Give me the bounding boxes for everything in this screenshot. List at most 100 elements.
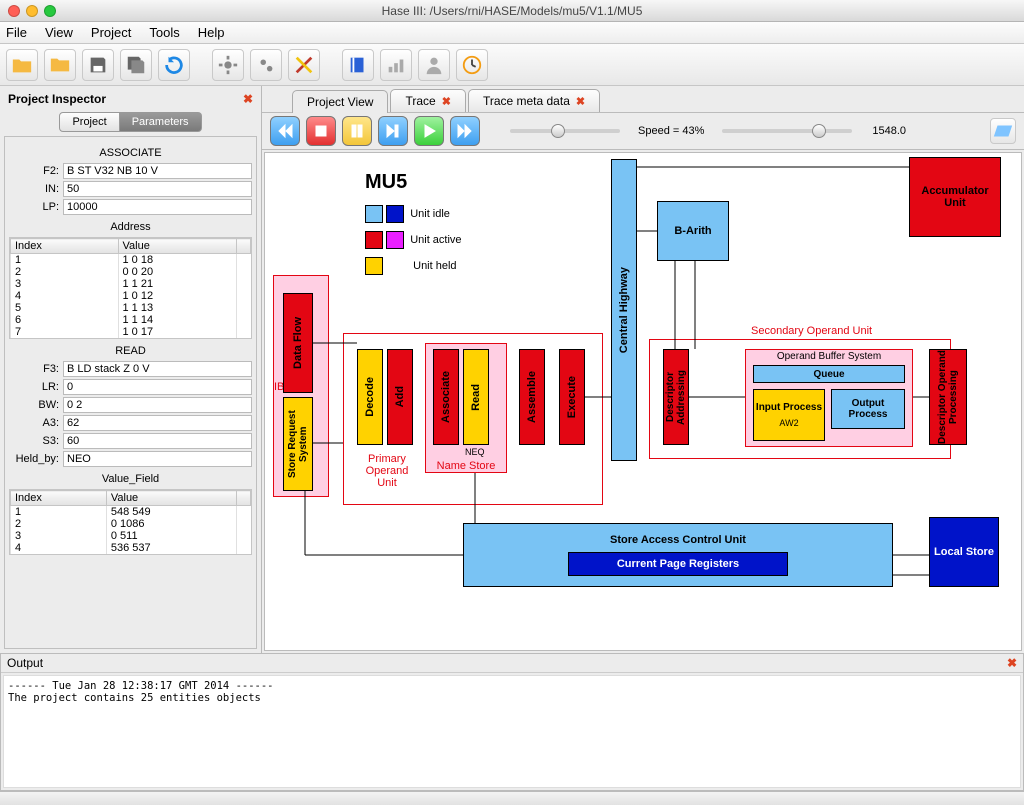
neq-label: NEQ <box>465 447 485 457</box>
table-row[interactable]: 11 0 18 <box>11 254 251 267</box>
status-bar <box>0 791 1024 805</box>
rewind-button[interactable] <box>270 116 300 146</box>
tools-icon[interactable] <box>288 49 320 81</box>
window-titlebar: Hase III: /Users/rni/HASE/Models/mu5/V1.… <box>0 0 1024 22</box>
input-a3[interactable] <box>63 415 252 431</box>
save-icon[interactable] <box>82 49 114 81</box>
clock-icon[interactable] <box>456 49 488 81</box>
dop-block[interactable]: Descriptor Operand Processing <box>929 349 967 445</box>
table-row[interactable]: 20 0 20 <box>11 266 251 278</box>
decode-block[interactable]: Decode <box>357 349 383 445</box>
table-row[interactable]: 41 0 12 <box>11 290 251 302</box>
table-row[interactable]: 51 1 13 <box>11 302 251 314</box>
inspector-tabs: Project Parameters <box>4 112 257 132</box>
label-f3: F3: <box>9 363 59 375</box>
queue-block[interactable]: Queue <box>753 365 905 383</box>
step-button[interactable] <box>378 116 408 146</box>
tab-project-view[interactable]: Project View <box>292 90 388 113</box>
barith-block[interactable]: B-Arith <box>657 201 729 261</box>
position-value: 1548.0 <box>872 125 906 137</box>
fast-forward-button[interactable] <box>450 116 480 146</box>
input-f2[interactable] <box>63 163 252 179</box>
input-lr[interactable] <box>63 379 252 395</box>
table-row[interactable]: 20 1086 <box>11 518 251 530</box>
close-icon[interactable]: ✖ <box>442 95 451 108</box>
input-lp[interactable] <box>63 199 252 215</box>
label-f2: F2: <box>9 165 59 177</box>
stop-button[interactable] <box>306 116 336 146</box>
menu-file[interactable]: File <box>6 25 27 40</box>
output-text[interactable]: ------ Tue Jan 28 12:38:17 GMT 2014 ----… <box>3 675 1021 788</box>
assemble-block[interactable]: Assemble <box>519 349 545 445</box>
data-flow-block[interactable]: Data Flow <box>283 293 313 393</box>
reload-icon[interactable] <box>158 49 190 81</box>
play-button[interactable] <box>414 116 444 146</box>
central-highway-block[interactable]: Central Highway <box>611 159 637 461</box>
label-a3: A3: <box>9 417 59 429</box>
legend-idle: Unit idle <box>365 205 450 223</box>
menu-help[interactable]: Help <box>198 25 225 40</box>
tab-trace-meta[interactable]: Trace meta data✖ <box>468 89 600 112</box>
open-folder-icon[interactable] <box>6 49 38 81</box>
menu-view[interactable]: View <box>45 25 73 40</box>
input-s3[interactable] <box>63 433 252 449</box>
close-icon[interactable]: ✖ <box>576 95 585 108</box>
legend-held: Unit held <box>365 257 457 275</box>
table-row[interactable]: 4536 537 <box>11 542 251 554</box>
input-f3[interactable] <box>63 361 252 377</box>
menu-bar: File View Project Tools Help <box>0 22 1024 44</box>
label-lp: LP: <box>9 201 59 213</box>
tab-trace[interactable]: Trace✖ <box>390 89 465 112</box>
table-row[interactable]: 71 0 17 <box>11 326 251 338</box>
playback-toolbar: Speed = 43% 1548.0 <box>262 112 1024 150</box>
pause-button[interactable] <box>342 116 372 146</box>
valuefield-header: Value_Field <box>9 473 252 485</box>
close-icon[interactable]: ✖ <box>243 92 253 106</box>
label-bw: BW: <box>9 399 59 411</box>
store-request-block[interactable]: Store Request System <box>283 397 313 491</box>
legend-active: Unit active <box>365 231 462 249</box>
menu-project[interactable]: Project <box>91 25 131 40</box>
tab-project[interactable]: Project <box>59 112 119 132</box>
table-row[interactable]: 31 1 21 <box>11 278 251 290</box>
gears-icon[interactable] <box>250 49 282 81</box>
close-icon[interactable]: ✖ <box>1007 656 1017 670</box>
associate-block[interactable]: Associate <box>433 349 459 445</box>
execute-block[interactable]: Execute <box>559 349 585 445</box>
chart-icon[interactable] <box>380 49 412 81</box>
menu-tools[interactable]: Tools <box>149 25 179 40</box>
section-read: READ <box>9 345 252 357</box>
diagram-title: MU5 <box>365 171 407 194</box>
sou-label: Secondary Operand Unit <box>751 325 872 337</box>
output-process-block[interactable]: Output Process <box>831 389 905 429</box>
cpr-block: Current Page Registers <box>568 552 788 576</box>
table-row[interactable]: 1548 549 <box>11 506 251 519</box>
speed-slider[interactable] <box>510 129 620 133</box>
input-heldby[interactable] <box>63 451 252 467</box>
address-header: Address <box>9 221 252 233</box>
table-row[interactable]: 30 511 <box>11 530 251 542</box>
person-icon[interactable] <box>418 49 450 81</box>
local-store-block[interactable]: Local Store <box>929 517 999 587</box>
position-slider[interactable] <box>722 129 852 133</box>
valuefield-table: IndexValue 1548 54920 108630 5114536 537 <box>10 490 251 554</box>
window-title: Hase III: /Users/rni/HASE/Models/mu5/V1.… <box>0 4 1024 18</box>
gear-icon[interactable] <box>212 49 244 81</box>
read-block[interactable]: Read <box>463 349 489 445</box>
save-all-icon[interactable] <box>120 49 152 81</box>
book-icon[interactable] <box>342 49 374 81</box>
diagram-canvas[interactable]: MU5 Unit idle Unit active Unit held IBU … <box>264 152 1022 651</box>
input-process-block[interactable]: Input ProcessAW2 <box>753 389 825 441</box>
pou-label: Primary Operand Unit <box>357 453 417 489</box>
input-bw[interactable] <box>63 397 252 413</box>
parallelogram-icon[interactable] <box>990 118 1016 144</box>
folder-icon[interactable] <box>44 49 76 81</box>
tab-parameters[interactable]: Parameters <box>120 112 202 132</box>
sacu-block[interactable]: Store Access Control Unit Current Page R… <box>463 523 893 587</box>
speed-label: Speed = 43% <box>638 125 704 137</box>
accumulator-block[interactable]: Accumulator Unit <box>909 157 1001 237</box>
table-row[interactable]: 61 1 14 <box>11 314 251 326</box>
descriptor-addressing-block[interactable]: Descriptor Addressing <box>663 349 689 445</box>
add-block[interactable]: Add <box>387 349 413 445</box>
input-in[interactable] <box>63 181 252 197</box>
